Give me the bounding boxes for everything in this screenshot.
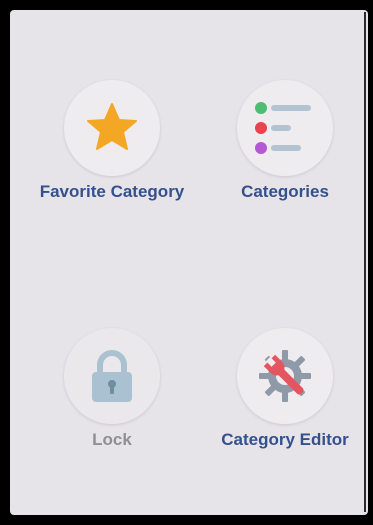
lock-icon [92,350,132,402]
favorite-category-button[interactable] [64,80,160,176]
category-editor-button[interactable] [237,328,333,424]
star-icon [87,103,137,150]
app-screen: Favorite Category Categories Lock Catego… [10,10,368,515]
categories-label: Categories [241,182,329,201]
categories-button[interactable] [237,80,333,176]
category-list-icon [255,102,311,154]
category-editor-label: Category Editor [221,430,349,449]
categories-tile[interactable]: Categories [200,80,370,202]
gear-wrench-icon [259,350,311,402]
lock-button[interactable] [64,328,160,424]
favorite-category-label: Favorite Category [39,182,185,201]
lock-tile[interactable]: Lock [27,328,197,450]
frame-edge [364,12,366,512]
lock-label: Lock [92,430,132,449]
favorite-category-tile[interactable]: Favorite Category [27,80,197,202]
category-editor-tile[interactable]: Category Editor [200,328,370,450]
